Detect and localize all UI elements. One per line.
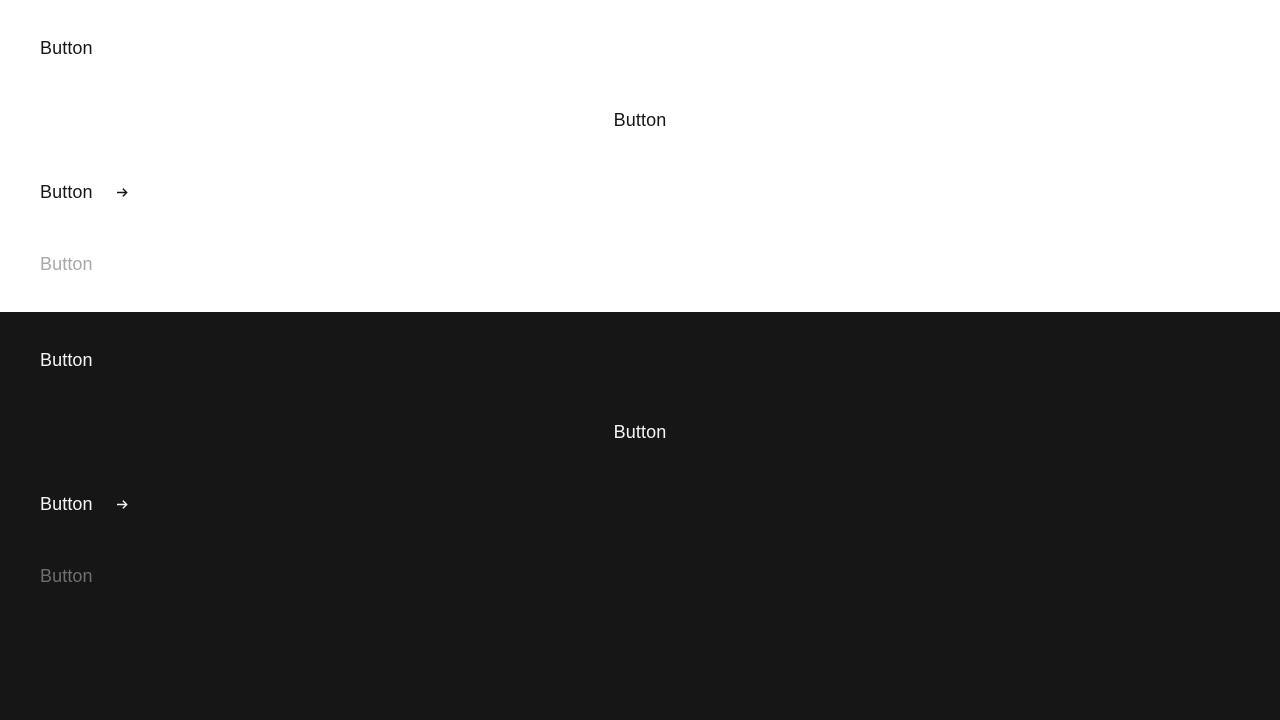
button-label: Button [40, 254, 93, 274]
ghost-button-centered[interactable]: Button [0, 420, 1280, 444]
ghost-button-with-icon[interactable]: Button [40, 492, 130, 516]
ghost-button[interactable]: Button [40, 348, 93, 372]
dark-theme-section: Button Button Button Button [0, 312, 1280, 720]
button-label: Button [613, 110, 667, 130]
ghost-button[interactable]: Button [40, 36, 93, 60]
button-label: Button [40, 350, 93, 370]
ghost-button-disabled: Button [40, 564, 93, 588]
button-label: Button [40, 182, 93, 202]
ghost-button-centered[interactable]: Button [0, 108, 1280, 132]
ghost-button-disabled: Button [40, 252, 93, 276]
button-label: Button [40, 494, 93, 514]
arrow-right-icon [114, 496, 130, 512]
ghost-button-with-icon[interactable]: Button [40, 180, 130, 204]
arrow-right-icon [114, 184, 130, 200]
button-label: Button [40, 566, 93, 586]
button-label: Button [40, 38, 93, 58]
light-theme-section: Button Button Button Button [0, 0, 1280, 312]
button-label: Button [613, 422, 667, 442]
